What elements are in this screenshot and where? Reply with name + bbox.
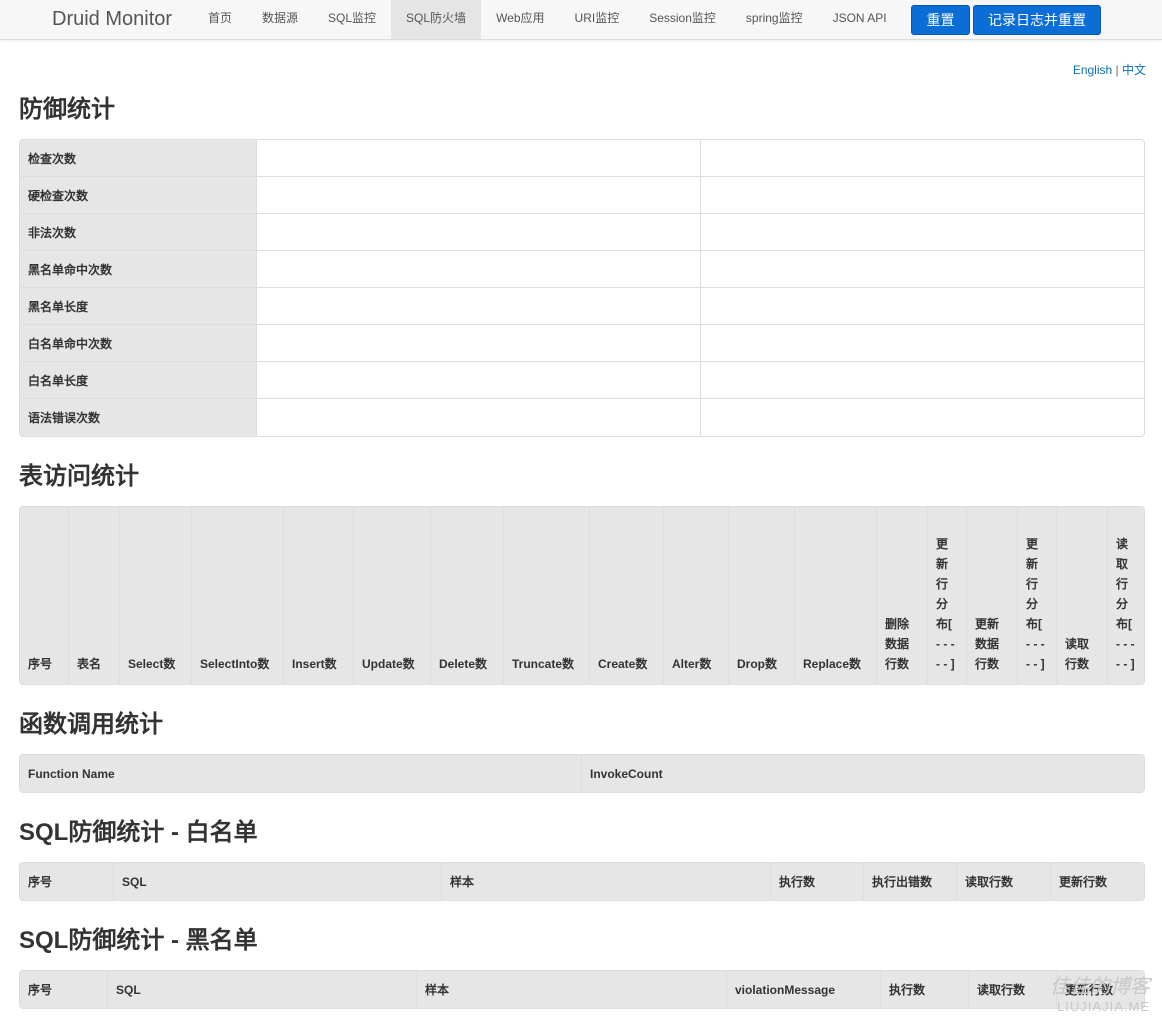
watermark-text: 佳佳的博客: [1050, 976, 1150, 998]
defense-row-value: [701, 214, 1144, 251]
top-navbar: Druid Monitor 首页 数据源 SQL监控 SQL防火墙 Web应用 …: [0, 0, 1162, 40]
whitelist-column-header[interactable]: 序号: [20, 863, 114, 900]
whitelist-column-header[interactable]: 更新行数: [1051, 863, 1144, 900]
function-column-header[interactable]: Function Name: [20, 755, 582, 792]
nav-json-api[interactable]: JSON API: [818, 0, 902, 39]
defense-stats-table: 检查次数 硬检查次数 非法次数 黑名单命中次数 黑名单长度 白名单命中次数 白名单长度 语法错…: [19, 139, 1145, 437]
lang-chinese-link[interactable]: 中文: [1122, 63, 1146, 77]
defense-row-value: [701, 288, 1144, 325]
defense-row-value: [257, 251, 701, 288]
defense-row-label: 非法次数: [20, 214, 257, 251]
table-access-column-header[interactable]: Insert数: [284, 507, 354, 684]
defense-row-label: 检查次数: [20, 140, 257, 177]
whitelist-table: 序号 SQL 样本 执行数 执行出错数 读取行数 更新行数: [19, 862, 1145, 901]
table-access-column-header[interactable]: 读取行数: [1057, 507, 1108, 684]
blog-watermark: 佳佳的博客 LIUJIAJIA.ME: [1050, 975, 1150, 1015]
function-stats-title: 函数调用统计: [19, 711, 163, 738]
blacklist-column-header[interactable]: 读取行数: [969, 971, 1057, 1008]
defense-row-label: 白名单长度: [20, 362, 257, 399]
table-access-column-header[interactable]: 更新行分布[ - - - - - ]: [928, 507, 967, 684]
lang-separator: |: [1115, 63, 1119, 77]
table-access-table: 序号 表名 Select数 SelectInto数 Insert数 Update数 Dele…: [19, 506, 1145, 685]
defense-row-value: [257, 140, 701, 177]
defense-row-label: 硬检查次数: [20, 177, 257, 214]
defense-row-value: [257, 325, 701, 362]
defense-row-value: [701, 399, 1144, 436]
lang-english-link[interactable]: English: [1073, 63, 1112, 77]
table-access-title: 表访问统计: [19, 463, 139, 490]
nav-datasource[interactable]: 数据源: [247, 0, 313, 39]
table-access-column-header[interactable]: Select数: [120, 507, 192, 684]
defense-row: 非法次数: [20, 214, 1144, 251]
table-access-column-header[interactable]: Replace数: [795, 507, 877, 684]
table-access-column-header[interactable]: SelectInto数: [192, 507, 284, 684]
defense-row: 检查次数: [20, 140, 1144, 177]
blacklist-column-header[interactable]: 序号: [20, 971, 108, 1008]
defense-stats-title: 防御统计: [19, 96, 115, 123]
blacklist-table: 序号 SQL 样本 violationMessage 执行数 读取行数 更新行数: [19, 970, 1145, 1009]
defense-row-value: [701, 140, 1144, 177]
table-access-column-header[interactable]: Delete数: [431, 507, 504, 684]
table-access-column-header[interactable]: 读取行分布[ - - - - - ]: [1108, 507, 1144, 684]
nav-home[interactable]: 首页: [193, 0, 247, 39]
table-access-column-header[interactable]: 序号: [20, 507, 69, 684]
table-access-column-header[interactable]: Truncate数: [504, 507, 590, 684]
blacklist-title: SQL防御统计 - 黑名单: [19, 927, 258, 954]
defense-row-value: [701, 251, 1144, 288]
whitelist-column-header[interactable]: 样本: [442, 863, 771, 900]
defense-row-value: [701, 362, 1144, 399]
language-switch: English | 中文: [1073, 61, 1146, 78]
blacklist-column-header[interactable]: SQL: [108, 971, 417, 1008]
function-column-header[interactable]: InvokeCount: [582, 755, 1144, 792]
function-stats-table: Function Name InvokeCount: [19, 754, 1145, 793]
defense-row-value: [257, 399, 701, 436]
defense-row: 黑名单长度: [20, 288, 1144, 325]
watermark-sub: LIUJIAJIA.ME: [1057, 999, 1150, 1014]
nav-sql-monitor[interactable]: SQL监控: [313, 0, 391, 39]
reset-button[interactable]: 重置: [911, 5, 970, 35]
defense-row: 白名单命中次数: [20, 325, 1144, 362]
defense-row-value: [701, 325, 1144, 362]
defense-row-value: [257, 177, 701, 214]
brand-title[interactable]: Druid Monitor: [52, 8, 172, 30]
whitelist-column-header[interactable]: 读取行数: [957, 863, 1051, 900]
table-access-column-header[interactable]: Drop数: [729, 507, 795, 684]
whitelist-title: SQL防御统计 - 白名单: [19, 819, 258, 846]
defense-row-label: 黑名单命中次数: [20, 251, 257, 288]
blacklist-column-header[interactable]: 执行数: [881, 971, 969, 1008]
blacklist-column-header[interactable]: 样本: [417, 971, 727, 1008]
defense-row-value: [257, 288, 701, 325]
whitelist-column-header[interactable]: 执行出错数: [864, 863, 957, 900]
log-and-reset-button[interactable]: 记录日志并重置: [973, 5, 1101, 35]
defense-row-label: 语法错误次数: [20, 399, 257, 436]
defense-row-value: [701, 177, 1144, 214]
nav-web-app[interactable]: Web应用: [481, 0, 559, 39]
table-access-column-header[interactable]: Alter数: [664, 507, 729, 684]
table-access-column-header[interactable]: 删除数据行数: [877, 507, 928, 684]
defense-row: 黑名单命中次数: [20, 251, 1144, 288]
table-access-column-header[interactable]: Update数: [354, 507, 431, 684]
table-access-column-header[interactable]: 更新行分布[ - - - - - ]: [1018, 507, 1057, 684]
defense-row-value: [257, 214, 701, 251]
whitelist-column-header[interactable]: SQL: [114, 863, 442, 900]
table-access-column-header[interactable]: 更新数据行数: [967, 507, 1018, 684]
blacklist-column-header[interactable]: violationMessage: [727, 971, 881, 1008]
nav-session-monitor[interactable]: Session监控: [634, 0, 731, 39]
main-nav: 首页 数据源 SQL监控 SQL防火墙 Web应用 URI监控 Session监…: [193, 0, 902, 39]
nav-uri-monitor[interactable]: URI监控: [560, 0, 635, 39]
defense-row: 语法错误次数: [20, 399, 1144, 436]
table-access-column-header[interactable]: Create数: [590, 507, 664, 684]
defense-row: 硬检查次数: [20, 177, 1144, 214]
defense-row-label: 黑名单长度: [20, 288, 257, 325]
whitelist-column-header[interactable]: 执行数: [771, 863, 864, 900]
nav-sql-firewall[interactable]: SQL防火墙: [391, 0, 482, 39]
table-access-column-header[interactable]: 表名: [69, 507, 120, 684]
nav-spring-monitor[interactable]: spring监控: [731, 0, 818, 39]
defense-row: 白名单长度: [20, 362, 1144, 399]
defense-row-value: [257, 362, 701, 399]
defense-row-label: 白名单命中次数: [20, 325, 257, 362]
